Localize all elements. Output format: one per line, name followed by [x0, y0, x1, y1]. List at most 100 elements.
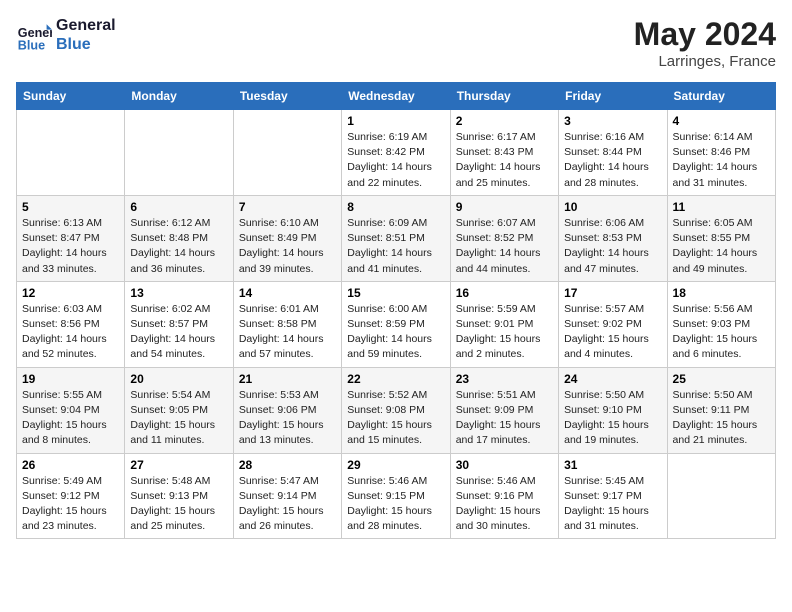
calendar-cell: 3 Sunrise: 6:16 AM Sunset: 8:44 PM Daylig… — [559, 110, 667, 196]
day-number: 28 — [239, 458, 336, 472]
calendar-cell: 10 Sunrise: 6:06 AM Sunset: 8:53 PM Dayli… — [559, 195, 667, 281]
calendar-cell: 1Sunrise: 6:19 AM Sunset: 8:42 PM Daylig… — [342, 110, 450, 196]
day-info: Sunrise: 6:07 AM Sunset: 8:52 PM Dayligh… — [456, 216, 553, 277]
calendar-week-row: 19Sunrise: 5:55 AM Sunset: 9:04 PM Dayli… — [17, 367, 776, 453]
day-number: 21 — [239, 372, 336, 386]
logo-line2: Blue — [56, 35, 116, 54]
calendar-cell: 6 Sunrise: 6:12 AM Sunset: 8:48 PM Daylig… — [125, 195, 233, 281]
day-number: 22 — [347, 372, 444, 386]
day-number: 25 — [673, 372, 770, 386]
day-info: Sunrise: 5:45 AM Sunset: 9:17 PM Dayligh… — [564, 474, 661, 535]
calendar-cell: 28Sunrise: 5:47 AM Sunset: 9:14 PM Dayli… — [233, 453, 341, 539]
calendar-cell: 29 Sunrise: 5:46 AM Sunset: 9:15 PM Dayli… — [342, 453, 450, 539]
calendar-week-row: 5Sunrise: 6:13 AM Sunset: 8:47 PM Daylig… — [17, 195, 776, 281]
day-info: Sunrise: 6:02 AM Sunset: 8:57 PM Dayligh… — [130, 302, 227, 363]
day-info: Sunrise: 6:01 AM Sunset: 8:58 PM Dayligh… — [239, 302, 336, 363]
calendar-cell: 26Sunrise: 5:49 AM Sunset: 9:12 PM Dayli… — [17, 453, 125, 539]
calendar-cell — [125, 110, 233, 196]
day-info: Sunrise: 5:49 AM Sunset: 9:12 PM Dayligh… — [22, 474, 119, 535]
svg-text:Blue: Blue — [18, 39, 45, 53]
weekday-header: Friday — [559, 83, 667, 110]
weekday-header: Thursday — [450, 83, 558, 110]
calendar-cell: 13 Sunrise: 6:02 AM Sunset: 8:57 PM Dayli… — [125, 281, 233, 367]
day-info: Sunrise: 5:55 AM Sunset: 9:04 PM Dayligh… — [22, 388, 119, 449]
day-info: Sunrise: 6:14 AM Sunset: 8:46 PM Dayligh… — [673, 130, 770, 191]
day-number: 18 — [673, 286, 770, 300]
logo: General Blue General Blue — [16, 16, 116, 54]
calendar-cell: 17 Sunrise: 5:57 AM Sunset: 9:02 PM Dayli… — [559, 281, 667, 367]
weekday-header-row: SundayMondayTuesdayWednesdayThursdayFrid… — [17, 83, 776, 110]
calendar-cell: 12 Sunrise: 6:03 AM Sunset: 8:56 PM Dayli… — [17, 281, 125, 367]
day-number: 14 — [239, 286, 336, 300]
calendar-cell: 15 Sunrise: 6:00 AM Sunset: 8:59 PM Dayli… — [342, 281, 450, 367]
calendar-cell: 20Sunrise: 5:54 AM Sunset: 9:05 PM Dayli… — [125, 367, 233, 453]
logo-line1: General — [56, 16, 116, 35]
calendar-cell: 4 Sunrise: 6:14 AM Sunset: 8:46 PM Daylig… — [667, 110, 775, 196]
day-info: Sunrise: 6:17 AM Sunset: 8:43 PM Dayligh… — [456, 130, 553, 191]
calendar-cell: 7 Sunrise: 6:10 AM Sunset: 8:49 PM Daylig… — [233, 195, 341, 281]
day-number: 9 — [456, 200, 553, 214]
calendar-table: SundayMondayTuesdayWednesdayThursdayFrid… — [16, 82, 776, 539]
day-info: Sunrise: 5:46 AM Sunset: 9:16 PM Dayligh… — [456, 474, 553, 535]
calendar-week-row: 1Sunrise: 6:19 AM Sunset: 8:42 PM Daylig… — [17, 110, 776, 196]
weekday-header: Wednesday — [342, 83, 450, 110]
day-info: Sunrise: 6:06 AM Sunset: 8:53 PM Dayligh… — [564, 216, 661, 277]
day-info: Sunrise: 6:05 AM Sunset: 8:55 PM Dayligh… — [673, 216, 770, 277]
day-number: 12 — [22, 286, 119, 300]
logo-icon: General Blue — [16, 17, 52, 53]
calendar-week-row: 26Sunrise: 5:49 AM Sunset: 9:12 PM Dayli… — [17, 453, 776, 539]
page-header: General Blue General Blue May 2024 Larri… — [16, 16, 776, 70]
day-info: Sunrise: 5:57 AM Sunset: 9:02 PM Dayligh… — [564, 302, 661, 363]
day-number: 29 — [347, 458, 444, 472]
calendar-cell: 19Sunrise: 5:55 AM Sunset: 9:04 PM Dayli… — [17, 367, 125, 453]
weekday-header: Saturday — [667, 83, 775, 110]
day-info: Sunrise: 6:10 AM Sunset: 8:49 PM Dayligh… — [239, 216, 336, 277]
calendar-cell: 31 Sunrise: 5:45 AM Sunset: 9:17 PM Dayli… — [559, 453, 667, 539]
calendar-cell — [233, 110, 341, 196]
day-info: Sunrise: 6:19 AM Sunset: 8:42 PM Dayligh… — [347, 130, 444, 191]
location: Larringes, France — [634, 53, 776, 70]
day-number: 3 — [564, 114, 661, 128]
calendar-cell: 25 Sunrise: 5:50 AM Sunset: 9:11 PM Dayli… — [667, 367, 775, 453]
day-info: Sunrise: 5:56 AM Sunset: 9:03 PM Dayligh… — [673, 302, 770, 363]
calendar-cell: 18 Sunrise: 5:56 AM Sunset: 9:03 PM Dayli… — [667, 281, 775, 367]
day-info: Sunrise: 5:50 AM Sunset: 9:11 PM Dayligh… — [673, 388, 770, 449]
day-info: Sunrise: 5:53 AM Sunset: 9:06 PM Dayligh… — [239, 388, 336, 449]
day-number: 23 — [456, 372, 553, 386]
day-info: Sunrise: 5:51 AM Sunset: 9:09 PM Dayligh… — [456, 388, 553, 449]
day-number: 13 — [130, 286, 227, 300]
day-number: 15 — [347, 286, 444, 300]
day-info: Sunrise: 5:46 AM Sunset: 9:15 PM Dayligh… — [347, 474, 444, 535]
day-info: Sunrise: 6:13 AM Sunset: 8:47 PM Dayligh… — [22, 216, 119, 277]
day-info: Sunrise: 5:59 AM Sunset: 9:01 PM Dayligh… — [456, 302, 553, 363]
calendar-cell: 14 Sunrise: 6:01 AM Sunset: 8:58 PM Dayli… — [233, 281, 341, 367]
day-info: Sunrise: 6:00 AM Sunset: 8:59 PM Dayligh… — [347, 302, 444, 363]
calendar-cell — [17, 110, 125, 196]
weekday-header: Monday — [125, 83, 233, 110]
calendar-cell: 16 Sunrise: 5:59 AM Sunset: 9:01 PM Dayli… — [450, 281, 558, 367]
day-number: 4 — [673, 114, 770, 128]
calendar-cell: 30Sunrise: 5:46 AM Sunset: 9:16 PM Dayli… — [450, 453, 558, 539]
day-info: Sunrise: 5:54 AM Sunset: 9:05 PM Dayligh… — [130, 388, 227, 449]
day-info: Sunrise: 6:03 AM Sunset: 8:56 PM Dayligh… — [22, 302, 119, 363]
day-number: 8 — [347, 200, 444, 214]
day-number: 31 — [564, 458, 661, 472]
calendar-cell: 9 Sunrise: 6:07 AM Sunset: 8:52 PM Daylig… — [450, 195, 558, 281]
weekday-header: Tuesday — [233, 83, 341, 110]
day-number: 16 — [456, 286, 553, 300]
calendar-cell: 21 Sunrise: 5:53 AM Sunset: 9:06 PM Dayli… — [233, 367, 341, 453]
day-number: 27 — [130, 458, 227, 472]
calendar-cell: 5Sunrise: 6:13 AM Sunset: 8:47 PM Daylig… — [17, 195, 125, 281]
day-info: Sunrise: 5:52 AM Sunset: 9:08 PM Dayligh… — [347, 388, 444, 449]
day-number: 7 — [239, 200, 336, 214]
day-number: 2 — [456, 114, 553, 128]
day-number: 6 — [130, 200, 227, 214]
calendar-cell: 22 Sunrise: 5:52 AM Sunset: 9:08 PM Dayli… — [342, 367, 450, 453]
calendar-cell: 11Sunrise: 6:05 AM Sunset: 8:55 PM Dayli… — [667, 195, 775, 281]
day-number: 10 — [564, 200, 661, 214]
day-number: 17 — [564, 286, 661, 300]
day-info: Sunrise: 6:16 AM Sunset: 8:44 PM Dayligh… — [564, 130, 661, 191]
calendar-cell — [667, 453, 775, 539]
title-block: May 2024 Larringes, France — [634, 16, 776, 70]
day-info: Sunrise: 6:12 AM Sunset: 8:48 PM Dayligh… — [130, 216, 227, 277]
